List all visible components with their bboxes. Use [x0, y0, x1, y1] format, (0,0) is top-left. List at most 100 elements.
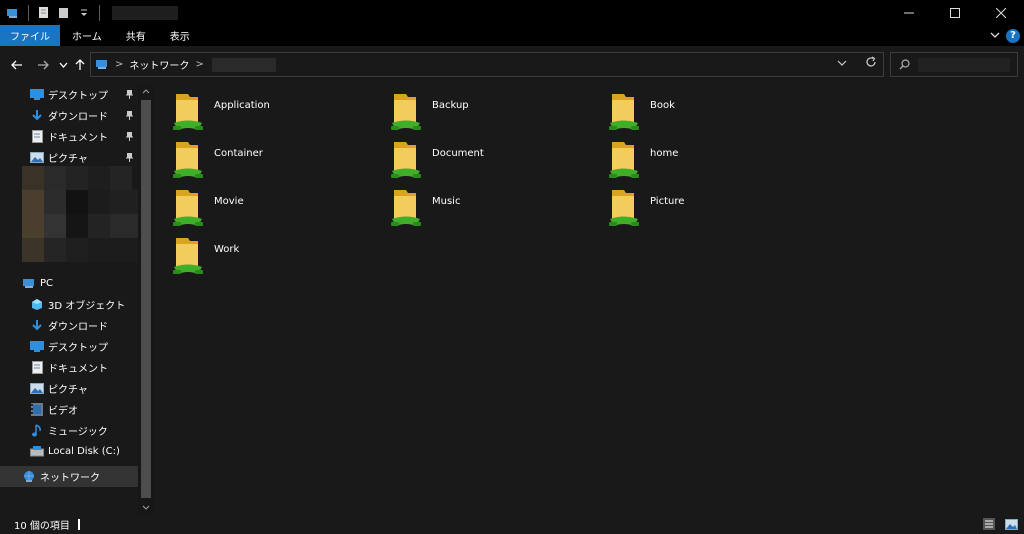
sidebar-item-music[interactable]: ミュージック — [0, 420, 138, 441]
sidebar-item-label: PC — [40, 278, 54, 289]
shared-folder-icon — [168, 186, 208, 230]
folder-item[interactable]: Work — [168, 234, 368, 278]
status-bar: 10 個の項目 — [0, 514, 1024, 534]
large-icons-view-icon[interactable] — [1004, 517, 1018, 531]
folder-name: home — [650, 148, 679, 159]
up-button[interactable] — [72, 46, 88, 84]
folder-item[interactable]: Backup — [386, 90, 586, 134]
document-icon — [30, 130, 44, 144]
toolbar-divider — [28, 4, 29, 21]
recent-locations-button[interactable] — [56, 46, 70, 84]
sidebar-item-pc-documents[interactable]: ドキュメント — [0, 357, 138, 378]
sidebar-item-local-disk[interactable]: Local Disk (C:) — [0, 441, 138, 462]
network-icon[interactable] — [6, 6, 20, 20]
new-folder-icon[interactable] — [57, 6, 71, 20]
minimize-button[interactable] — [886, 0, 932, 25]
folder-name: Book — [650, 100, 675, 111]
tab-home[interactable]: ホーム — [60, 25, 114, 46]
tab-share[interactable]: 共有 — [114, 25, 158, 46]
address-row: > ネットワーク > — [0, 46, 1024, 84]
sidebar-item-pc-desktop[interactable]: デスクトップ — [0, 336, 138, 357]
pin-icon[interactable] — [124, 88, 134, 100]
sidebar-item-label: ピクチャ — [48, 154, 88, 165]
nav-scrollbar[interactable] — [138, 84, 154, 514]
scroll-up-icon[interactable] — [138, 84, 154, 98]
drive-icon — [30, 445, 44, 459]
music-icon — [30, 424, 44, 438]
address-dropdown-icon[interactable] — [837, 58, 847, 69]
3d-objects-icon — [30, 298, 44, 312]
properties-icon[interactable] — [37, 6, 51, 20]
sidebar-item-label: ネットワーク — [40, 473, 100, 484]
sidebar-item-pc-downloads[interactable]: ダウンロード — [0, 315, 138, 336]
breadcrumb-redacted — [211, 57, 276, 72]
folder-view: Application Backup Book Container Document ho… — [154, 84, 1024, 514]
sidebar-item-pc-pictures[interactable]: ピクチャ — [0, 378, 138, 399]
maximize-button[interactable] — [932, 0, 978, 25]
folder-name: Application — [214, 100, 270, 111]
navigation-pane: デスクトップ ダウンロード ドキュメント ピクチャ PC 3D オブジェクト ダ… — [0, 84, 138, 514]
download-icon — [30, 319, 44, 333]
expand-ribbon-icon[interactable] — [990, 29, 1000, 42]
sidebar-item-label: 3D オブジェクト — [48, 301, 126, 312]
folder-item[interactable]: Book — [604, 90, 804, 134]
folder-item[interactable]: Music — [386, 186, 586, 230]
folder-name: Document — [432, 148, 484, 159]
folder-item[interactable]: Container — [168, 138, 368, 182]
details-view-icon[interactable] — [982, 517, 996, 531]
forward-button[interactable] — [34, 46, 52, 84]
sidebar-item-pc[interactable]: PC — [0, 273, 138, 294]
video-icon — [30, 403, 44, 417]
folder-item[interactable]: Document — [386, 138, 586, 182]
sidebar-item-downloads[interactable]: ダウンロード — [0, 105, 138, 126]
network-icon — [22, 470, 36, 484]
scroll-down-icon[interactable] — [138, 500, 154, 514]
help-icon[interactable]: ? — [1006, 28, 1020, 43]
address-bar[interactable]: > ネットワーク > — [90, 52, 884, 77]
network-icon — [95, 59, 109, 71]
folder-item[interactable]: Movie — [168, 186, 368, 230]
back-button[interactable] — [8, 46, 26, 84]
shared-folder-icon — [604, 186, 644, 230]
tab-file[interactable]: ファイル — [0, 25, 60, 46]
shared-folder-icon — [168, 90, 208, 134]
download-icon — [30, 109, 44, 123]
search-input[interactable] — [890, 52, 1018, 77]
sidebar-item-desktop[interactable]: デスクトップ — [0, 84, 138, 105]
sidebar-item-label: デスクトップ — [48, 343, 108, 354]
shared-folder-icon — [386, 186, 426, 230]
sidebar-item-videos[interactable]: ビデオ — [0, 399, 138, 420]
search-placeholder-redacted — [918, 57, 1010, 72]
scroll-thumb[interactable] — [141, 100, 151, 498]
sidebar-item-label: ダウンロード — [48, 322, 108, 333]
sidebar-item-label: ミュージック — [48, 427, 108, 438]
folder-item[interactable]: Picture — [604, 186, 804, 230]
breadcrumb-separator: > — [115, 59, 124, 70]
pin-icon[interactable] — [124, 130, 134, 142]
folder-item[interactable]: Application — [168, 90, 368, 134]
title-bar — [0, 0, 1024, 25]
folder-name: Movie — [214, 196, 244, 207]
sidebar-item-pictures[interactable]: ピクチャ — [0, 147, 138, 168]
sidebar-item-label: ダウンロード — [48, 112, 108, 123]
pin-icon[interactable] — [124, 151, 134, 163]
toolbar-divider — [99, 4, 100, 21]
breadcrumb-network[interactable]: ネットワーク — [129, 57, 189, 72]
sidebar-item-label: ビデオ — [48, 406, 78, 417]
search-icon — [899, 59, 910, 70]
customize-toolbar-icon[interactable] — [77, 6, 91, 20]
sidebar-item-label: Local Disk (C:) — [48, 446, 120, 457]
shared-folder-icon — [604, 138, 644, 182]
document-icon — [30, 361, 44, 375]
sidebar-item-documents[interactable]: ドキュメント — [0, 126, 138, 147]
close-button[interactable] — [978, 0, 1024, 25]
tab-view[interactable]: 表示 — [158, 25, 202, 46]
sidebar-item-3d-objects[interactable]: 3D オブジェクト — [0, 294, 138, 315]
shared-folder-icon — [168, 234, 208, 278]
ribbon-tabs: ファイル ホーム 共有 表示 ? — [0, 25, 1024, 46]
folder-name: Container — [214, 148, 263, 159]
sidebar-item-network[interactable]: ネットワーク — [0, 466, 138, 487]
folder-item[interactable]: home — [604, 138, 804, 182]
refresh-icon[interactable] — [865, 56, 877, 72]
pin-icon[interactable] — [124, 109, 134, 121]
